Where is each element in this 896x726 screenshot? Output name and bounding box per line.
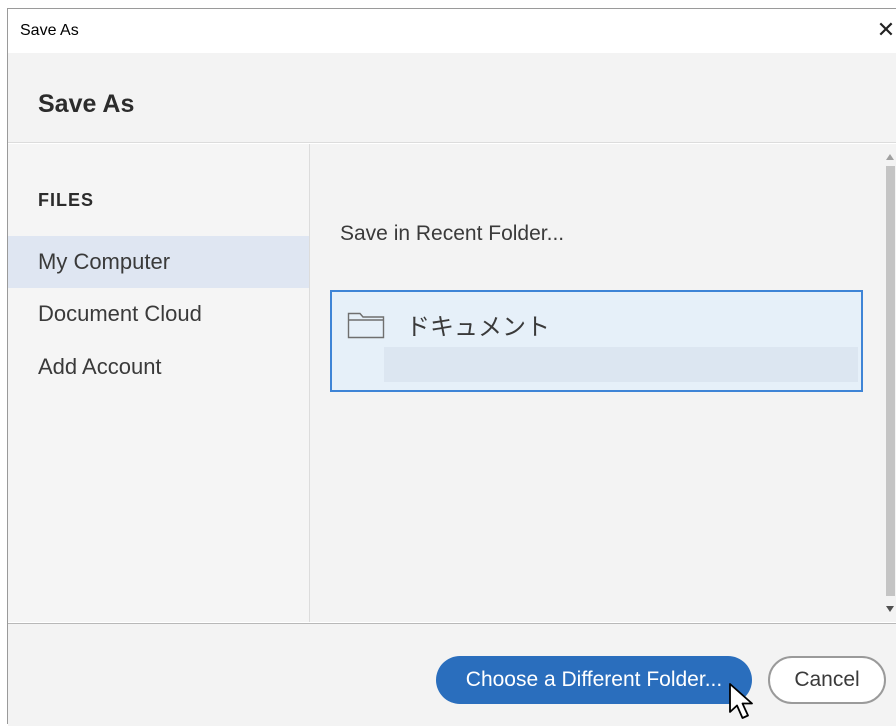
scrollbar[interactable] (884, 144, 896, 622)
scroll-down-icon[interactable] (886, 606, 894, 612)
sidebar-section-label: FILES (38, 190, 95, 210)
sidebar-item-label: Add Account (38, 354, 162, 379)
cancel-button[interactable]: Cancel (768, 656, 886, 704)
recent-folder-title: Save in Recent Folder... (340, 222, 565, 245)
folder-name: ドキュメント (406, 314, 550, 341)
main-content: Save in Recent Folder... ドキュメント (310, 144, 884, 622)
window-title: Save As (20, 22, 79, 39)
choose-folder-button[interactable]: Choose a Different Folder... (436, 656, 752, 704)
title-bar: Save As ✕ (8, 9, 896, 53)
close-icon[interactable]: ✕ (875, 19, 896, 41)
sidebar-item-label: Document Cloud (38, 301, 202, 326)
dialog-header: Save As (8, 53, 896, 143)
folder-path (384, 347, 858, 382)
sidebar-item-label: My Computer (38, 249, 171, 274)
sidebar: FILES My Computer Document Cloud Add Acc… (8, 144, 310, 622)
recent-folder-item[interactable]: ドキュメント (330, 290, 863, 392)
sidebar-item-my-computer[interactable]: My Computer (8, 236, 309, 288)
sidebar-item-add-account[interactable]: Add Account (8, 341, 309, 393)
mouse-cursor-icon (729, 683, 753, 719)
sidebar-item-document-cloud[interactable]: Document Cloud (8, 288, 309, 340)
scroll-up-icon[interactable] (886, 154, 894, 160)
scrollbar-thumb[interactable] (886, 166, 895, 596)
save-as-dialog: Save As ✕ Save As FILES My Computer Docu… (7, 8, 896, 726)
folder-icon (347, 312, 385, 339)
page-title: Save As (38, 90, 135, 118)
